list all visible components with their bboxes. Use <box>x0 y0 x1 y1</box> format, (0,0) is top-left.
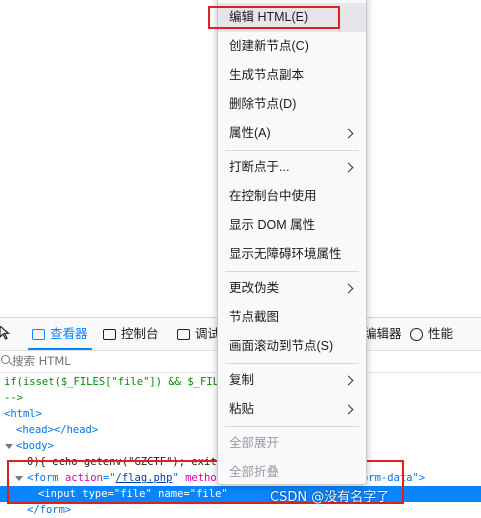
body-tag: <body> <box>16 440 54 452</box>
tab-console[interactable]: 控制台 <box>103 318 159 350</box>
tab-label: 编辑器 <box>364 326 402 341</box>
menu-item-show-dom-properties[interactable]: 显示 DOM 属性 <box>218 211 366 240</box>
watermark-text: CSDN @没有名字了 <box>270 490 390 505</box>
attr-name: name <box>158 488 184 500</box>
attr-name: type <box>82 488 108 500</box>
menu-item-copy[interactable]: 复制 <box>218 366 366 395</box>
tree-line-form-close[interactable]: </form> <box>27 502 481 518</box>
input-tag: <input <box>38 488 76 500</box>
menu-item-show-accessibility-properties[interactable]: 显示无障碍环境属性 <box>218 240 366 269</box>
search-icon <box>1 355 10 364</box>
element-picker-icon[interactable] <box>0 326 10 340</box>
text-node: 0){ echo getenv("GZCTF <box>27 456 167 468</box>
attr-value: "file" <box>113 488 152 500</box>
comment-text: if(isset($_FILES["file"]) && $_FILES <box>4 376 232 388</box>
expand-twisty-icon[interactable] <box>15 476 23 481</box>
form-tag: <form <box>27 472 59 484</box>
menu-separator <box>225 363 359 364</box>
context-menu: 编辑 HTML(E) 创建新节点(C) 生成节点副本 删除节点(D) 属性(A)… <box>217 0 367 485</box>
menu-item-change-pseudo-class[interactable]: 更改伪类 <box>218 274 366 303</box>
menu-item-break-on[interactable]: 打断点于... <box>218 153 366 182</box>
attr-name: action <box>64 472 103 484</box>
chevron-right-icon <box>343 375 354 386</box>
expand-twisty-icon[interactable] <box>5 444 13 449</box>
menu-item-paste[interactable]: 粘贴 <box>218 395 366 424</box>
menu-separator <box>225 426 359 427</box>
menu-item-expand-all[interactable]: 全部展开 <box>218 429 366 458</box>
chevron-right-icon <box>343 128 354 139</box>
tree-line-input-selected[interactable]: <input type="file" name="file" <box>0 486 481 502</box>
menu-item-use-in-console[interactable]: 在控制台中使用 <box>218 182 366 211</box>
inspector-icon <box>32 328 45 340</box>
tab-performance[interactable]: 性能 <box>410 318 453 350</box>
menu-item-scroll-into-view[interactable]: 画面滚动到节点(S) <box>218 332 366 361</box>
form-close-tag: </form> <box>27 504 72 516</box>
menu-separator <box>225 271 359 272</box>
head-tag: <head></head> <box>16 424 99 436</box>
menu-item-attributes[interactable]: 属性(A) <box>218 119 366 148</box>
html-tag: <html> <box>4 408 42 420</box>
tab-label: 查看器 <box>50 326 88 341</box>
performance-icon <box>410 327 423 341</box>
menu-item-delete-node[interactable]: 删除节点(D) <box>218 90 366 119</box>
debugger-icon <box>177 328 190 340</box>
console-icon <box>103 328 116 340</box>
comment-text: --> <box>4 392 23 404</box>
text-node-tail: "); exit; <box>166 456 223 468</box>
chevron-right-icon <box>343 404 354 415</box>
attr-value-link[interactable]: /flag.php <box>116 472 173 484</box>
tab-style-editor[interactable]: 编辑器 <box>364 318 402 350</box>
menu-item-duplicate-node[interactable]: 生成节点副本 <box>218 61 366 90</box>
menu-item-create-node[interactable]: 创建新节点(C) <box>218 32 366 61</box>
attr-value: "file" <box>189 488 228 500</box>
menu-item-screenshot-node[interactable]: 节点截图 <box>218 303 366 332</box>
menu-item-edit-html[interactable]: 编辑 HTML(E) <box>218 3 366 32</box>
tab-label: 性能 <box>428 326 454 341</box>
tab-inspector[interactable]: 查看器 <box>28 318 92 350</box>
menu-item-collapse-all[interactable]: 全部折叠 <box>218 458 366 487</box>
chevron-right-icon <box>343 283 354 294</box>
search-html-input[interactable] <box>12 352 212 369</box>
menu-separator <box>225 150 359 151</box>
tab-debugger[interactable]: 调试 <box>177 318 220 350</box>
tab-label: 控制台 <box>121 326 159 341</box>
chevron-right-icon <box>343 162 354 173</box>
